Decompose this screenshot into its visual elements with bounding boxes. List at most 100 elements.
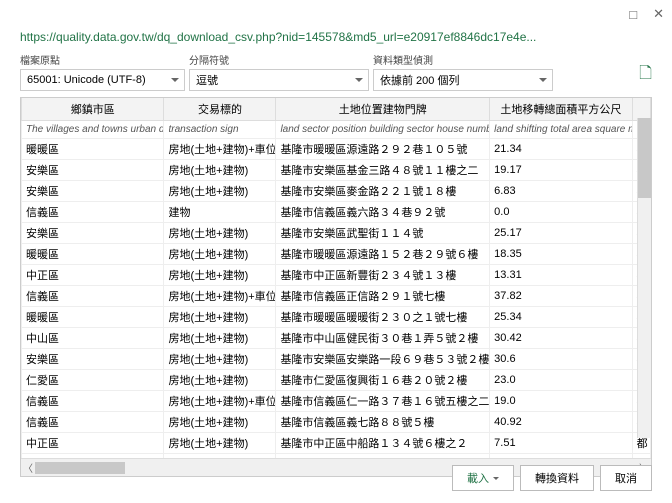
table-row[interactable]: 中正區房地(土地+建物)基隆市中正區新豐街２３４號１３樓13.31都 bbox=[22, 265, 651, 286]
table-row[interactable]: 信義區房地(土地+建物)+車位基隆市信義區正信路２９１號七樓37.82都 bbox=[22, 286, 651, 307]
cell: 基隆市仁愛區復興街１６巷２０號２樓 bbox=[276, 370, 490, 391]
cell: 暖暖區 bbox=[22, 244, 164, 265]
cell: 房地(土地+建物) bbox=[164, 244, 276, 265]
cell: 基隆市安樂區基金三路４８號１１樓之二 bbox=[276, 160, 490, 181]
cell: 基隆市信義區正信路２９１號七樓 bbox=[276, 286, 490, 307]
cell: 40.92 bbox=[490, 412, 632, 433]
cell: 中山區 bbox=[22, 328, 164, 349]
cell: 房地(土地+建物) bbox=[164, 160, 276, 181]
table-row[interactable]: 仁愛區房地(土地+建物)基隆市仁愛區復興街１６巷２０號２樓23.0都 bbox=[22, 370, 651, 391]
table-row[interactable]: 信義區建物基隆市信義區義六路３４巷９２號0.0都 bbox=[22, 202, 651, 223]
sub-header-cell: transaction sign bbox=[164, 121, 276, 139]
column-header[interactable]: 土地位置建物門牌 bbox=[276, 98, 490, 121]
table-row[interactable]: 安樂區房地(土地+建物)基隆市安樂區麥金路２２１號１８樓6.83都 bbox=[22, 181, 651, 202]
table-row[interactable]: 暖暖區房地(土地+建物)基隆市暖暖區暖暖街２３０之１號七樓25.34都 bbox=[22, 307, 651, 328]
cell: 30.42 bbox=[490, 328, 632, 349]
vertical-scrollbar[interactable] bbox=[637, 118, 651, 438]
refresh-icon[interactable]: 🗋 bbox=[639, 62, 652, 91]
cell: 房地(土地+建物)+車位 bbox=[164, 139, 276, 160]
scroll-left-icon[interactable]: 〈 bbox=[23, 460, 33, 475]
toolbar: 檔案原點 65001: Unicode (UTF-8) 分隔符號 逗號 資料類型… bbox=[0, 52, 672, 97]
cell: 房地(土地+建物) bbox=[164, 181, 276, 202]
cell: 信義區 bbox=[22, 202, 164, 223]
table-row[interactable]: 安樂區房地(土地+建物)基隆市安樂區武聖街１１４號25.17都 bbox=[22, 223, 651, 244]
cell: 21.34 bbox=[490, 139, 632, 160]
cell: 信義區 bbox=[22, 286, 164, 307]
cell: 0.0 bbox=[490, 202, 632, 223]
cell: 暖暖區 bbox=[22, 307, 164, 328]
cell: 房地(土地+建物) bbox=[164, 433, 276, 454]
cell: 暖暖區 bbox=[22, 139, 164, 160]
cell: 房地(土地+建物) bbox=[164, 412, 276, 433]
cell: 30.6 bbox=[490, 349, 632, 370]
table-row[interactable]: 中正區房地(土地+建物)基隆市中正區中船路１３４號６樓之２7.51都 bbox=[22, 433, 651, 454]
cell: 19.17 bbox=[490, 160, 632, 181]
cell: 中正區 bbox=[22, 433, 164, 454]
chevron-down-icon bbox=[493, 477, 499, 483]
cell: 基隆市中山區健民街３０巷１弄５號２樓 bbox=[276, 328, 490, 349]
cell: 基隆市信義區義六路３４巷９２號 bbox=[276, 202, 490, 223]
delimiter-select[interactable]: 逗號 bbox=[189, 69, 369, 91]
cell: 信義區 bbox=[22, 412, 164, 433]
cell: 房地(土地+建物)+車位 bbox=[164, 391, 276, 412]
cell: 6.83 bbox=[490, 181, 632, 202]
cell: 基隆市暖暖區源遠路１５２巷２９號６樓 bbox=[276, 244, 490, 265]
table-row[interactable]: 安樂區房地(土地+建物)基隆市安樂區基金三路４８號１１樓之二19.17都 bbox=[22, 160, 651, 181]
transform-button[interactable]: 轉換資料 bbox=[520, 465, 594, 491]
cell: 25.17 bbox=[490, 223, 632, 244]
cell: 基隆市安樂區安樂路一段６９巷５３號２樓 bbox=[276, 349, 490, 370]
file-origin-select[interactable]: 65001: Unicode (UTF-8) bbox=[20, 69, 185, 91]
column-header[interactable]: 交易標的 bbox=[164, 98, 276, 121]
cell: 37.82 bbox=[490, 286, 632, 307]
cell: 基隆市安樂區麥金路２２１號１８樓 bbox=[276, 181, 490, 202]
cell: 基隆市信義區仁一路３７巷１６號五樓之二 bbox=[276, 391, 490, 412]
delimiter-label: 分隔符號 bbox=[189, 52, 369, 67]
detect-label: 資料類型偵測 bbox=[373, 52, 553, 67]
cell: 信義區 bbox=[22, 391, 164, 412]
cell: 房地(土地+建物)+車位 bbox=[164, 286, 276, 307]
cell: 19.0 bbox=[490, 391, 632, 412]
cell: 13.31 bbox=[490, 265, 632, 286]
cell: 房地(土地+建物) bbox=[164, 265, 276, 286]
cell: 基隆市中正區新豐街２３４號１３樓 bbox=[276, 265, 490, 286]
cell: 房地(土地+建物) bbox=[164, 223, 276, 244]
table-row[interactable]: 信義區房地(土地+建物)基隆市信義區義七路８８號５樓40.92都 bbox=[22, 412, 651, 433]
cell: 基隆市暖暖區暖暖街２３０之１號七樓 bbox=[276, 307, 490, 328]
cell: 基隆市暖暖區源遠路２９２巷１０５號 bbox=[276, 139, 490, 160]
cell: 基隆市信義區義七路８８號５樓 bbox=[276, 412, 490, 433]
data-type-select[interactable]: 依據前 200 個列 bbox=[373, 69, 553, 91]
cell: 建物 bbox=[164, 202, 276, 223]
cell: 基隆市中正區中船路１３４號６樓之２ bbox=[276, 433, 490, 454]
data-grid: 鄉鎮市區交易標的土地位置建物門牌土地移轉總面積平方公尺 The villages… bbox=[20, 97, 652, 477]
column-header[interactable]: 土地移轉總面積平方公尺 bbox=[490, 98, 632, 121]
cell: 房地(土地+建物) bbox=[164, 328, 276, 349]
cell: 基隆市安樂區武聖街１１４號 bbox=[276, 223, 490, 244]
cell: 安樂區 bbox=[22, 160, 164, 181]
table-row[interactable]: 暖暖區房地(土地+建物)基隆市暖暖區源遠路１５２巷２９號６樓18.35都 bbox=[22, 244, 651, 265]
cell: 18.35 bbox=[490, 244, 632, 265]
maximize-icon[interactable]: □ bbox=[629, 7, 637, 22]
sub-header-cell: land shifting total area square meter bbox=[490, 121, 632, 139]
cell: 房地(土地+建物) bbox=[164, 370, 276, 391]
cell: 25.34 bbox=[490, 307, 632, 328]
load-button[interactable]: 載入 bbox=[452, 465, 514, 491]
table-row[interactable]: 信義區房地(土地+建物)+車位基隆市信義區仁一路３７巷１６號五樓之二19.0都 bbox=[22, 391, 651, 412]
cell: 仁愛區 bbox=[22, 370, 164, 391]
origin-label: 檔案原點 bbox=[20, 52, 185, 67]
table-row[interactable]: 安樂區房地(土地+建物)基隆市安樂區安樂路一段６９巷５３號２樓30.6都 bbox=[22, 349, 651, 370]
cancel-button[interactable]: 取消 bbox=[600, 465, 652, 491]
cell: 23.0 bbox=[490, 370, 632, 391]
cell: 安樂區 bbox=[22, 181, 164, 202]
table-row[interactable]: 暖暖區房地(土地+建物)+車位基隆市暖暖區源遠路２９２巷１０５號21.34都 bbox=[22, 139, 651, 160]
column-header[interactable]: 鄉鎮市區 bbox=[22, 98, 164, 121]
cell: 安樂區 bbox=[22, 223, 164, 244]
cell: 房地(土地+建物) bbox=[164, 349, 276, 370]
cell: 安樂區 bbox=[22, 349, 164, 370]
cell: 房地(土地+建物) bbox=[164, 307, 276, 328]
sub-header-cell: The villages and towns urban district bbox=[22, 121, 164, 139]
cell: 7.51 bbox=[490, 433, 632, 454]
cell: 中正區 bbox=[22, 265, 164, 286]
sub-header-cell: land sector position building sector hou… bbox=[276, 121, 490, 139]
close-icon[interactable]: ✕ bbox=[653, 6, 664, 22]
table-row[interactable]: 中山區房地(土地+建物)基隆市中山區健民街３０巷１弄５號２樓30.42都 bbox=[22, 328, 651, 349]
